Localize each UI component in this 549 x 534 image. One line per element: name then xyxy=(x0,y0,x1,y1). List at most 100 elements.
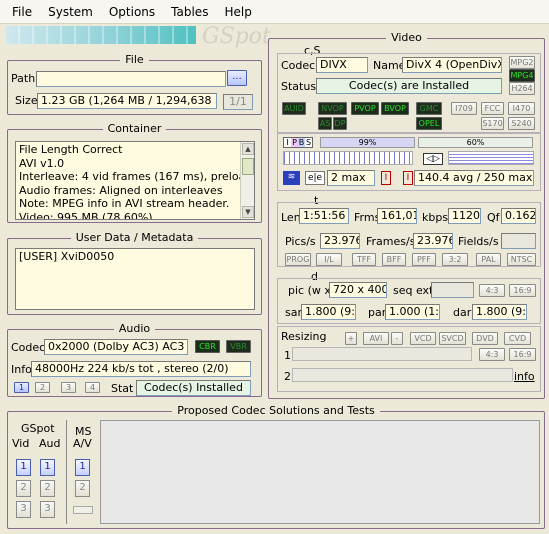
resizing-label: Resizing xyxy=(281,330,327,343)
frame-marker-icon: ◁▷ xyxy=(423,153,443,165)
video-status-field: Codec(s) are Installed xyxy=(316,78,502,94)
menu-options[interactable]: Options xyxy=(101,0,163,24)
resize-row-2-field xyxy=(292,368,513,382)
timing-panel: Len 1:51:56 Frms 161,014 kbps 1120 Qf 0.… xyxy=(277,202,541,267)
resize-avi-button[interactable]: AVI xyxy=(363,332,389,345)
ms-test-extra[interactable] xyxy=(73,506,93,514)
par-field: 1.000 (1:1) xyxy=(385,304,440,320)
resize-row-1-label: 1 xyxy=(284,349,291,362)
ms-test-2[interactable]: 2 xyxy=(75,480,90,497)
path-field[interactable] xyxy=(36,71,226,87)
container-info-memo[interactable]: File Length Correct AVI v1.0 Interleave:… xyxy=(15,141,255,220)
resize-minus-button[interactable]: - xyxy=(391,332,403,345)
audio-stat-field: Codec(s) Installed xyxy=(136,380,251,396)
frame-pattern-strip xyxy=(283,151,413,165)
h264-indicator: H264 xyxy=(509,82,535,95)
audio-track-3[interactable]: 3 xyxy=(61,382,76,393)
mpg4-indicator: MPG4 xyxy=(509,69,535,82)
vid-test-2[interactable]: 2 xyxy=(16,480,31,497)
frames-field: 23.976 xyxy=(413,233,453,249)
proposed-divider xyxy=(66,420,67,524)
aud-test-3[interactable]: 3 xyxy=(40,501,55,518)
ipbs-indicator: I P B S xyxy=(283,137,313,148)
dp-indicator: DP xyxy=(333,117,347,130)
len-label: Len xyxy=(281,211,301,224)
par-label: par xyxy=(368,306,387,319)
ms-test-1[interactable]: 1 xyxy=(75,459,90,476)
chart-icon[interactable]: ≋ xyxy=(283,171,300,185)
scroll-down-arrow-icon[interactable]: ▼ xyxy=(242,206,254,218)
prog-indicator: PROG xyxy=(285,253,311,266)
proposed-title: Proposed Codec Solutions and Tests xyxy=(172,404,380,417)
progress-bar-2: 60% xyxy=(418,137,533,148)
video-codec-field: DIVX xyxy=(316,57,368,73)
fields-label: Fields/s xyxy=(458,235,499,248)
resize-row-1-field xyxy=(292,347,472,361)
seq-ext-label: seq ext xyxy=(393,284,434,297)
frame-type-i: I xyxy=(284,138,291,147)
resize-cvd-button[interactable]: CVD xyxy=(504,332,531,345)
size-field: 1.23 GB (1,264 MB / 1,294,638 KB xyxy=(37,93,217,109)
as-indicator: AS xyxy=(318,117,332,130)
video-name-field: DivX 4 (OpenDivX) xyxy=(402,57,502,73)
cbr-indicator: CBR xyxy=(195,340,220,353)
resize-vcd-button[interactable]: VCD xyxy=(410,332,436,345)
resize-row-2-label: 2 xyxy=(284,370,291,383)
s170-indicator: S170 xyxy=(481,117,504,130)
audio-track-2[interactable]: 2 xyxy=(35,382,50,393)
ii-left-indicator: I xyxy=(381,171,391,185)
len-field: 1:51:56 xyxy=(299,208,349,224)
video-status-label: Status xyxy=(281,80,317,93)
aud-test-1[interactable]: 1 xyxy=(40,459,55,476)
seq-ext-field xyxy=(431,282,474,298)
resize-svcd-button[interactable]: SVCD xyxy=(439,332,466,345)
fcc-indicator: FCC xyxy=(481,102,504,115)
logo-banner xyxy=(6,26,196,44)
opel-indicator: OPEL xyxy=(416,117,442,130)
audio-title: Audio xyxy=(113,322,156,335)
kbps-field: 1120 xyxy=(448,208,481,224)
scroll-up-arrow-icon[interactable]: ▲ xyxy=(242,143,254,155)
qf-field: 0.162 xyxy=(501,208,536,224)
bitrate-avg-field: 140.4 avg / 250 max xyxy=(414,170,534,186)
ee-indicator: e|e xyxy=(305,171,325,185)
info-link[interactable]: info xyxy=(514,370,535,383)
video-group: Video c,S Codec DIVX Name DivX 4 (OpenDi… xyxy=(268,31,545,399)
aud-test-2[interactable]: 2 xyxy=(40,480,55,497)
menu-file[interactable]: File xyxy=(4,0,40,24)
proposed-results-area[interactable] xyxy=(100,420,540,524)
menu-system[interactable]: System xyxy=(40,0,101,24)
video-codec-panel: Codec DIVX Name DivX 4 (OpenDivX) MPG2 M… xyxy=(277,53,541,133)
vid-test-1[interactable]: 1 xyxy=(16,459,31,476)
menu-tables[interactable]: Tables xyxy=(163,0,216,24)
userdata-line: [USER] XviD0050 xyxy=(19,250,115,263)
pic-field: 720 x 400 xyxy=(329,282,387,298)
ar-4-3-indicator: 4:3 xyxy=(479,284,505,297)
pics-field: 23.976 xyxy=(320,233,360,249)
container-line: File Length Correct xyxy=(19,143,123,156)
container-scrollbar[interactable]: ▲ ▼ xyxy=(240,142,254,219)
userdata-memo[interactable]: [USER] XviD0050 xyxy=(15,248,255,310)
mpg2-indicator: MPG2 xyxy=(509,56,535,69)
dar-label: dar xyxy=(453,306,472,319)
audio-group: Audio Codec 0x2000 (Dolby AC3) AC3 CBR V… xyxy=(7,322,262,397)
pulldown-indicator: 3:2 xyxy=(442,253,468,266)
resize-dvd-button[interactable]: DVD xyxy=(472,332,498,345)
audio-track-4[interactable]: 4 xyxy=(85,382,100,393)
i709-indicator: I709 xyxy=(451,102,477,115)
vid-test-3[interactable]: 3 xyxy=(16,501,31,518)
resize-plus-button[interactable]: + xyxy=(345,332,357,345)
auid-indicator: AUID xyxy=(282,102,306,115)
browse-button[interactable]: ... xyxy=(227,70,247,86)
audio-track-1[interactable]: 1 xyxy=(14,382,29,393)
pvop-indicator: PVOP xyxy=(351,102,379,115)
pics-label: Pics/s xyxy=(285,235,316,248)
gmc-indicator: GMC xyxy=(416,102,442,115)
sar-label: sar xyxy=(285,306,302,319)
container-title: Container xyxy=(102,122,167,135)
bvop-indicator: BVOP xyxy=(381,102,409,115)
vid-label: Vid xyxy=(12,437,30,450)
scroll-thumb[interactable] xyxy=(242,158,254,175)
menu-help[interactable]: Help xyxy=(216,0,259,24)
file-title: File xyxy=(120,53,149,66)
